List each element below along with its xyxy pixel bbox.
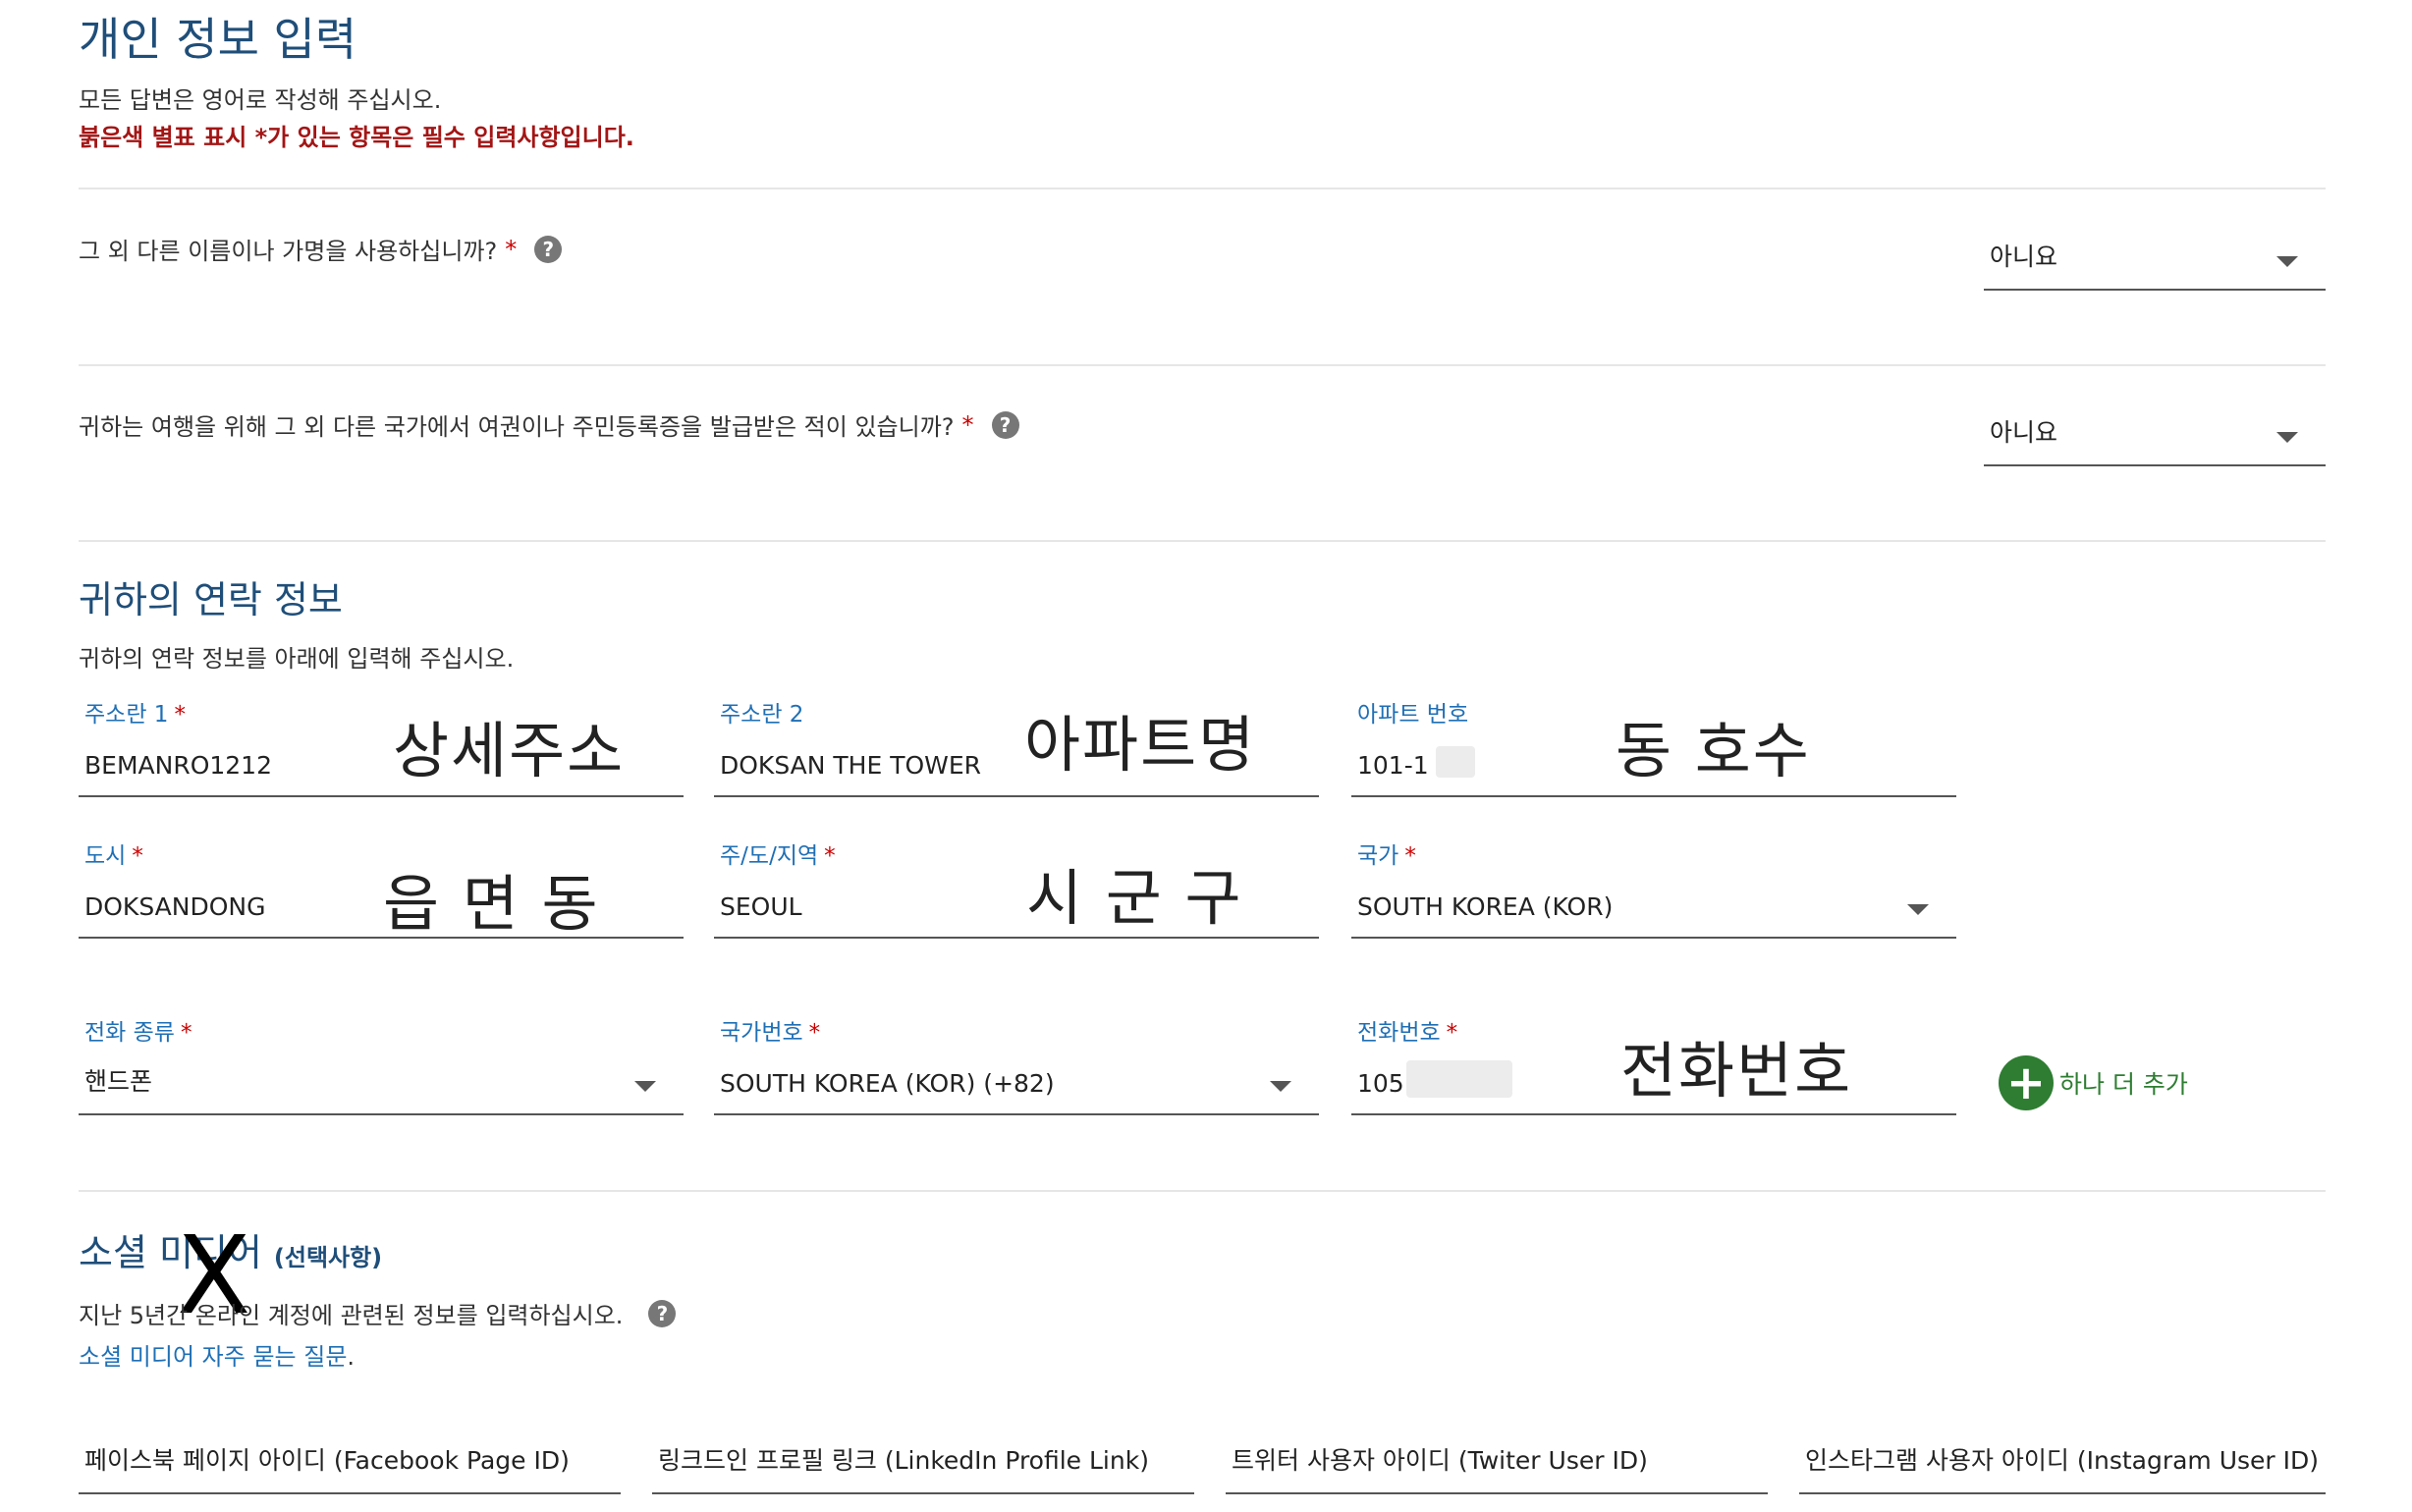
instagram-placeholder: 인스타그램 사용자 아이디 (Instagram User ID): [1805, 1446, 2320, 1475]
annotation-city: 읍 면 동: [383, 868, 600, 940]
page-title: 개인 정보 입력: [79, 13, 357, 66]
annotation-address1: 상세주소: [393, 715, 626, 786]
phone-number-value: 105: [1357, 1069, 1404, 1098]
country-value: SOUTH KOREA (KOR): [1357, 892, 1614, 921]
address1-value: BEMANRO1212: [84, 751, 272, 780]
question-text: 그 외 다른 이름이나 가명을 사용하십니까?: [79, 238, 498, 265]
phone-type-select[interactable]: 전화 종류 * 핸드폰: [79, 1013, 684, 1115]
country-select[interactable]: 국가 * SOUTH KOREA (KOR): [1351, 837, 1956, 939]
facebook-placeholder: 페이스북 페이지 아이디 (Facebook Page ID): [84, 1446, 570, 1475]
country-code-label: 국가번호 *: [720, 1020, 821, 1046]
add-another-label: 하나 더 추가: [2059, 1070, 2188, 1099]
country-label: 국가 *: [1357, 843, 1416, 869]
address1-label: 주소란 1 *: [84, 702, 186, 728]
social-faq-link[interactable]: 소셜 미디어 자주 묻는 질문: [79, 1343, 347, 1371]
question-other-passport: 귀하는 여행을 위해 그 외 다른 국가에서 여권이나 주민등록증을 발급받은 …: [79, 407, 1019, 442]
question-other-names: 그 외 다른 이름이나 가명을 사용하십니까? * ?: [79, 232, 563, 266]
optional-tag: (선택사항): [273, 1244, 383, 1271]
country-code-value: SOUTH KOREA (KOR) (+82): [720, 1069, 1055, 1098]
phone-type-label: 전화 종류 *: [84, 1020, 192, 1046]
social-note-row: 지난 5년간 온라인 계정에 관련된 정보를 입력하십시오. ?: [79, 1296, 677, 1330]
address2-value: DOKSAN THE TOWER: [720, 751, 982, 780]
annotation-phone: 전화번호: [1620, 1035, 1853, 1107]
contact-note: 귀하의 연락 정보를 아래에 입력해 주십시오.: [79, 645, 515, 673]
contact-section-title: 귀하의 연락 정보: [79, 578, 343, 621]
apartment-label: 아파트 번호: [1357, 702, 1469, 728]
chevron-down-icon: [1907, 904, 1929, 915]
select-value: 아니요: [1990, 243, 2058, 271]
plus-icon: +: [1999, 1055, 2054, 1110]
social-note: 지난 5년간 온라인 계정에 관련된 정보를 입력하십시오.: [79, 1302, 624, 1329]
linkedin-field[interactable]: 링크드인 프로필 링크 (LinkedIn Profile Link): [652, 1414, 1194, 1494]
divider: [79, 1190, 2326, 1192]
help-icon[interactable]: ?: [648, 1299, 677, 1327]
state-label: 주/도/지역 *: [720, 843, 836, 869]
annotation-address2: 아파트명: [1024, 709, 1257, 781]
required-note: 붉은색 별표 표시 *가 있는 항목은 필수 입력사항입니다.: [79, 124, 634, 151]
divider: [79, 188, 2326, 189]
instagram-field[interactable]: 인스타그램 사용자 아이디 (Instagram User ID): [1799, 1414, 2326, 1494]
city-value: DOKSANDONG: [84, 892, 266, 921]
chevron-down-icon: [2276, 432, 2298, 443]
divider: [79, 540, 2326, 542]
linkedin-placeholder: 링크드인 프로필 링크 (LinkedIn Profile Link): [658, 1446, 1149, 1475]
chevron-down-icon: [1270, 1081, 1291, 1092]
select-value: 아니요: [1990, 418, 2058, 447]
required-star: *: [961, 410, 974, 439]
chevron-down-icon: [2276, 256, 2298, 267]
twitter-placeholder: 트위터 사용자 아이디 (Twiter User ID): [1232, 1446, 1648, 1475]
faq-period: .: [347, 1343, 356, 1371]
faq-row: 소셜 미디어 자주 묻는 질문.: [79, 1337, 355, 1372]
required-star: *: [505, 235, 518, 263]
country-code-select[interactable]: 국가번호 * SOUTH KOREA (KOR) (+82): [714, 1013, 1319, 1115]
annotation-apartment: 동 호수: [1616, 715, 1811, 786]
redaction-mask: [1436, 746, 1475, 778]
chevron-down-icon: [634, 1081, 656, 1092]
redaction-mask: [1406, 1060, 1512, 1098]
question-text: 귀하는 여행을 위해 그 외 다른 국가에서 여권이나 주민등록증을 발급받은 …: [79, 413, 955, 441]
phone-number-label: 전화번호 *: [1357, 1020, 1458, 1046]
other-passport-select[interactable]: 아니요: [1984, 398, 2326, 466]
state-value: SEOUL: [720, 892, 802, 921]
phone-type-value: 핸드폰: [84, 1067, 153, 1096]
english-note: 모든 답변은 영어로 작성해 주십시오.: [79, 86, 442, 114]
help-icon[interactable]: ?: [991, 410, 1019, 439]
add-another-button[interactable]: + 하나 더 추가: [1999, 1055, 2188, 1110]
apartment-value: 101-1: [1357, 751, 1429, 780]
address2-label: 주소란 2: [720, 702, 804, 728]
facebook-field[interactable]: 페이스북 페이지 아이디 (Facebook Page ID): [79, 1414, 621, 1494]
other-names-select[interactable]: 아니요: [1984, 222, 2326, 291]
divider: [79, 364, 2326, 366]
city-label: 도시 *: [84, 843, 143, 869]
help-icon[interactable]: ?: [534, 235, 563, 263]
twitter-field[interactable]: 트위터 사용자 아이디 (Twiter User ID): [1226, 1414, 1768, 1494]
annotation-state: 시 군 구: [1026, 862, 1243, 934]
